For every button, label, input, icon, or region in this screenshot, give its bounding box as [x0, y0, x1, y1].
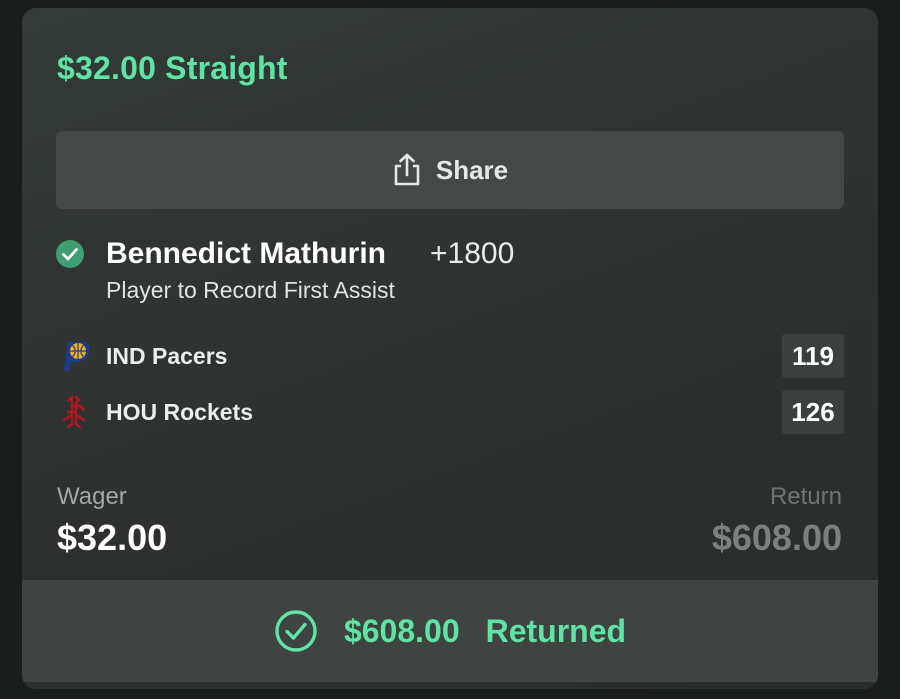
wager-value: $32.00: [57, 517, 168, 558]
check-circle-icon: [56, 240, 84, 268]
share-icon: [394, 153, 420, 186]
rockets-logo-icon: [62, 395, 86, 429]
team-score: 119: [782, 334, 844, 378]
returned-status: Returned: [485, 612, 627, 649]
team-score: 126: [782, 390, 844, 434]
player-name: Bennedict Mathurin: [106, 237, 387, 270]
share-label: Share: [435, 154, 509, 185]
share-button[interactable]: Share: [56, 131, 844, 209]
wager-label: Wager: [57, 483, 127, 510]
bet-title: $32.00 Straight: [57, 50, 288, 86]
bet-market: Player to Record First Assist: [106, 277, 395, 303]
returned-banner: $608.00 Returned: [22, 580, 878, 682]
team-row-pacers: IND Pacers 119: [56, 334, 844, 378]
team-row-rockets: HOU Rockets 126: [56, 390, 844, 434]
return-value: $608.00: [711, 517, 842, 558]
check-circle-outline-icon: [275, 610, 317, 652]
team-name: HOU Rockets: [106, 399, 253, 425]
returned-amount: $608.00: [343, 612, 460, 649]
team-name: IND Pacers: [106, 343, 228, 369]
bet-odds: +1800: [430, 237, 515, 270]
pacers-logo-icon: [64, 342, 90, 371]
return-label: Return: [769, 483, 842, 510]
bet-card: $32.00 Straight Share Bennedict Mathurin…: [22, 8, 878, 689]
